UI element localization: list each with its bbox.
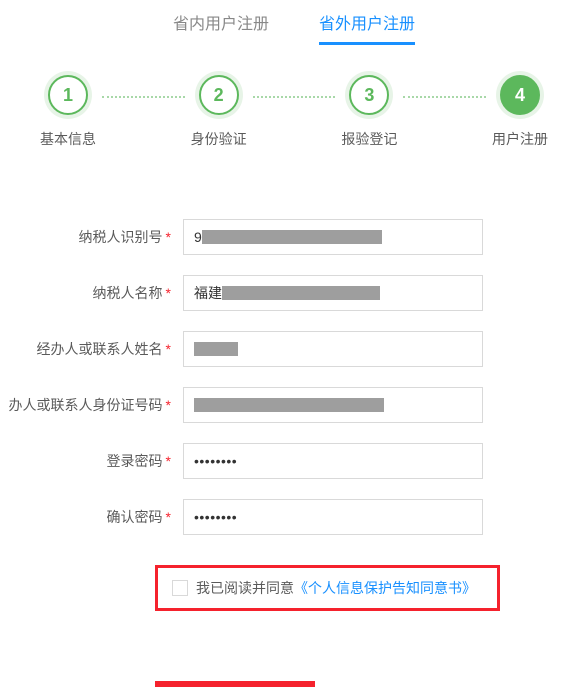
- consent-link[interactable]: 《个人信息保护告知同意书》: [294, 580, 476, 596]
- registration-tabs: 省内用户注册 省外用户注册: [0, 0, 588, 45]
- row-taxpayer-name: 纳税人名称* 福建: [0, 275, 588, 311]
- registration-form: 纳税人识别号* 9 纳税人名称* 福建 经办人或联系人姓名* 办人或联系人身份证…: [0, 159, 588, 687]
- row-password: 登录密码*: [0, 443, 588, 479]
- step-circle-3: 3: [349, 75, 389, 115]
- label-handler-name: 经办人或联系人姓名*: [0, 339, 175, 359]
- tab-out-province[interactable]: 省外用户注册: [319, 10, 415, 45]
- redacted-block: [194, 398, 384, 412]
- consent-box: 我已阅读并同意《个人信息保护告知同意书》: [155, 565, 500, 611]
- step-circle-2: 2: [199, 75, 239, 115]
- taxpayer-id-input[interactable]: 9: [183, 219, 483, 255]
- step-1: 1 基本信息: [40, 75, 96, 149]
- label-confirm-password: 确认密码*: [0, 507, 175, 527]
- redacted-block: [202, 230, 382, 244]
- step-connector: [403, 96, 486, 98]
- step-label-1: 基本信息: [40, 129, 96, 149]
- submit-button-partial[interactable]: [155, 681, 315, 687]
- handler-name-input[interactable]: [183, 331, 483, 367]
- step-circle-4: 4: [500, 75, 540, 115]
- step-4: 4 用户注册: [492, 75, 548, 149]
- label-handler-idno: 办人或联系人身份证号码*: [0, 395, 175, 415]
- label-taxpayer-id: 纳税人识别号*: [0, 227, 175, 247]
- redacted-block: [194, 342, 238, 356]
- step-connector: [253, 96, 336, 98]
- consent-prefix: 我已阅读并同意: [196, 580, 294, 596]
- handler-idno-input[interactable]: [183, 387, 483, 423]
- tab-in-province[interactable]: 省内用户注册: [173, 10, 269, 45]
- row-taxpayer-id: 纳税人识别号* 9: [0, 219, 588, 255]
- label-taxpayer-name: 纳税人名称*: [0, 283, 175, 303]
- step-2: 2 身份验证: [191, 75, 247, 149]
- consent-checkbox[interactable]: [172, 580, 188, 596]
- row-handler-name: 经办人或联系人姓名*: [0, 331, 588, 367]
- confirm-password-input[interactable]: [183, 499, 483, 535]
- password-input[interactable]: [183, 443, 483, 479]
- step-label-3: 报验登记: [341, 129, 397, 149]
- step-3: 3 报验登记: [341, 75, 397, 149]
- taxpayer-name-input[interactable]: 福建: [183, 275, 483, 311]
- step-label-4: 用户注册: [492, 129, 548, 149]
- progress-steps: 1 基本信息 2 身份验证 3 报验登记 4 用户注册: [0, 45, 588, 159]
- step-connector: [102, 96, 185, 98]
- taxpayer-name-prefix: 福建: [194, 283, 222, 303]
- row-handler-idno: 办人或联系人身份证号码*: [0, 387, 588, 423]
- taxpayer-id-prefix: 9: [194, 229, 202, 245]
- redacted-block: [222, 286, 380, 300]
- label-password: 登录密码*: [0, 451, 175, 471]
- step-circle-1: 1: [48, 75, 88, 115]
- consent-text: 我已阅读并同意《个人信息保护告知同意书》: [196, 578, 476, 598]
- step-label-2: 身份验证: [191, 129, 247, 149]
- row-confirm-password: 确认密码*: [0, 499, 588, 535]
- bottom-actions: [155, 681, 588, 687]
